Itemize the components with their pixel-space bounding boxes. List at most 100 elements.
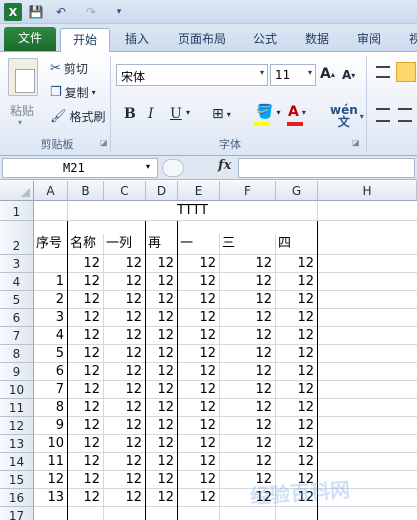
value-cell[interactable]: 12	[276, 273, 318, 291]
value-cell[interactable]: 12	[146, 291, 178, 309]
value-cell[interactable]: 12	[68, 399, 104, 417]
value-cell[interactable]: 12	[220, 273, 276, 291]
value-cell[interactable]: 12	[104, 453, 146, 471]
value-cell[interactable]: 12	[104, 471, 146, 489]
header-cell-3[interactable]: 一列	[104, 235, 146, 253]
serial-cell[interactable]: 5	[34, 345, 68, 363]
column-header-c[interactable]: C	[104, 181, 146, 201]
row-header-17[interactable]: 17	[0, 507, 34, 520]
value-cell[interactable]: 12	[146, 309, 178, 327]
format-painter-button[interactable]: 🖌 格式刷	[50, 108, 106, 125]
value-cell[interactable]: 12	[220, 291, 276, 309]
save-icon[interactable]: 💾	[28, 3, 44, 21]
increase-font-button[interactable]: A ▴	[320, 66, 335, 82]
column-header-a[interactable]: A	[34, 181, 68, 201]
value-cell[interactable]: 12	[68, 345, 104, 363]
header-cell-1[interactable]: 序号	[34, 235, 68, 253]
cut-button[interactable]: ✂ 剪切	[50, 60, 88, 77]
row-header-10[interactable]: 10	[0, 381, 34, 399]
header-cell-7[interactable]: 四	[276, 235, 318, 253]
value-cell[interactable]: 12	[276, 435, 318, 453]
underline-button[interactable]: U	[170, 106, 182, 122]
font-color-button[interactable]: A ▾	[288, 104, 306, 120]
row-header-14[interactable]: 14	[0, 453, 34, 471]
value-cell[interactable]: 12	[276, 417, 318, 435]
column-header-g[interactable]: G	[276, 181, 318, 201]
value-cell[interactable]: 12	[220, 453, 276, 471]
value-cell[interactable]: 12	[146, 381, 178, 399]
row-header-9[interactable]: 9	[0, 363, 34, 381]
clipboard-launcher-icon[interactable]: ◪	[100, 138, 108, 147]
row-header-7[interactable]: 7	[0, 327, 34, 345]
value-cell[interactable]: 12	[178, 363, 220, 381]
value-cell[interactable]: 12	[178, 417, 220, 435]
value-cell[interactable]: 12	[276, 381, 318, 399]
row-header-3[interactable]: 3	[0, 255, 34, 273]
column-header-b[interactable]: B	[68, 181, 104, 201]
row-header-5[interactable]: 5	[0, 291, 34, 309]
value-cell[interactable]: 12	[178, 435, 220, 453]
header-cell-5[interactable]: 一	[178, 235, 220, 253]
paste-dropdown-icon[interactable]: ▾	[18, 118, 22, 127]
value-cell[interactable]: 12	[68, 255, 104, 273]
value-cell[interactable]: 12	[276, 399, 318, 417]
value-cell[interactable]: 12	[104, 309, 146, 327]
row-header-11[interactable]: 11	[0, 399, 34, 417]
chevron-down-icon[interactable]: ▾	[146, 162, 150, 171]
select-all-button[interactable]	[0, 181, 34, 201]
value-cell[interactable]: 12	[178, 381, 220, 399]
row-header-16[interactable]: 16	[0, 489, 34, 507]
value-cell[interactable]: 12	[68, 435, 104, 453]
value-cell[interactable]: 12	[178, 489, 220, 507]
value-cell[interactable]: 12	[146, 453, 178, 471]
value-cell[interactable]: 12	[68, 471, 104, 489]
column-header-e[interactable]: E	[178, 181, 220, 201]
font-name-select[interactable]: 宋体 ▾	[116, 64, 268, 86]
tab-insert[interactable]: 插入	[114, 28, 160, 52]
serial-cell[interactable]: 7	[34, 381, 68, 399]
value-cell[interactable]: 12	[276, 453, 318, 471]
serial-cell[interactable]: 10	[34, 435, 68, 453]
merged-title-cell[interactable]: TTTT	[68, 201, 317, 220]
value-cell[interactable]: 12	[220, 363, 276, 381]
undo-icon[interactable]: ↶	[50, 3, 72, 21]
value-cell[interactable]: 12	[68, 417, 104, 435]
underline-dropdown-icon[interactable]: ▾	[186, 108, 190, 117]
tab-file[interactable]: 文件	[4, 27, 56, 51]
serial-cell[interactable]: 3	[34, 309, 68, 327]
serial-cell[interactable]: 4	[34, 327, 68, 345]
value-cell[interactable]: 12	[146, 273, 178, 291]
tab-home[interactable]: 开始	[60, 28, 110, 53]
value-cell[interactable]: 12	[104, 363, 146, 381]
value-cell[interactable]: 12	[178, 273, 220, 291]
serial-cell[interactable]: 2	[34, 291, 68, 309]
value-cell[interactable]: 12	[68, 453, 104, 471]
row-header-13[interactable]: 13	[0, 435, 34, 453]
align-top-icon[interactable]	[376, 66, 390, 78]
font-launcher-icon[interactable]: ◪	[352, 138, 360, 147]
value-cell[interactable]: 12	[68, 273, 104, 291]
header-cell-2[interactable]: 名称	[68, 235, 104, 253]
serial-cell[interactable]: 11	[34, 453, 68, 471]
column-header-d[interactable]: D	[146, 181, 178, 201]
serial-cell[interactable]: 8	[34, 399, 68, 417]
serial-cell[interactable]: 1	[34, 273, 68, 291]
value-cell[interactable]: 12	[68, 327, 104, 345]
value-cell[interactable]: 12	[276, 327, 318, 345]
worksheet-grid[interactable]: ABCDEFGH 1 2 3 4 5 6 7 8 9 10 11 12 13 14 15 16 17 TTTT 序…	[0, 181, 417, 520]
italic-button[interactable]: I	[148, 106, 154, 122]
value-cell[interactable]: 12	[68, 291, 104, 309]
paste-button[interactable]: 粘贴	[10, 102, 34, 119]
formula-bar-handle[interactable]	[162, 159, 184, 177]
row-header-15[interactable]: 15	[0, 471, 34, 489]
value-cell[interactable]: 12	[146, 327, 178, 345]
serial-cell[interactable]: 12	[34, 471, 68, 489]
value-cell[interactable]: 12	[178, 453, 220, 471]
copy-button[interactable]: ❐ 复制 ▾	[50, 84, 96, 101]
tab-review[interactable]: 审阅	[346, 28, 392, 52]
value-cell[interactable]: 12	[68, 489, 104, 507]
value-cell[interactable]: 12	[104, 273, 146, 291]
value-cell[interactable]: 12	[220, 399, 276, 417]
value-cell[interactable]: 12	[220, 255, 276, 273]
bold-button[interactable]: B	[124, 106, 136, 122]
